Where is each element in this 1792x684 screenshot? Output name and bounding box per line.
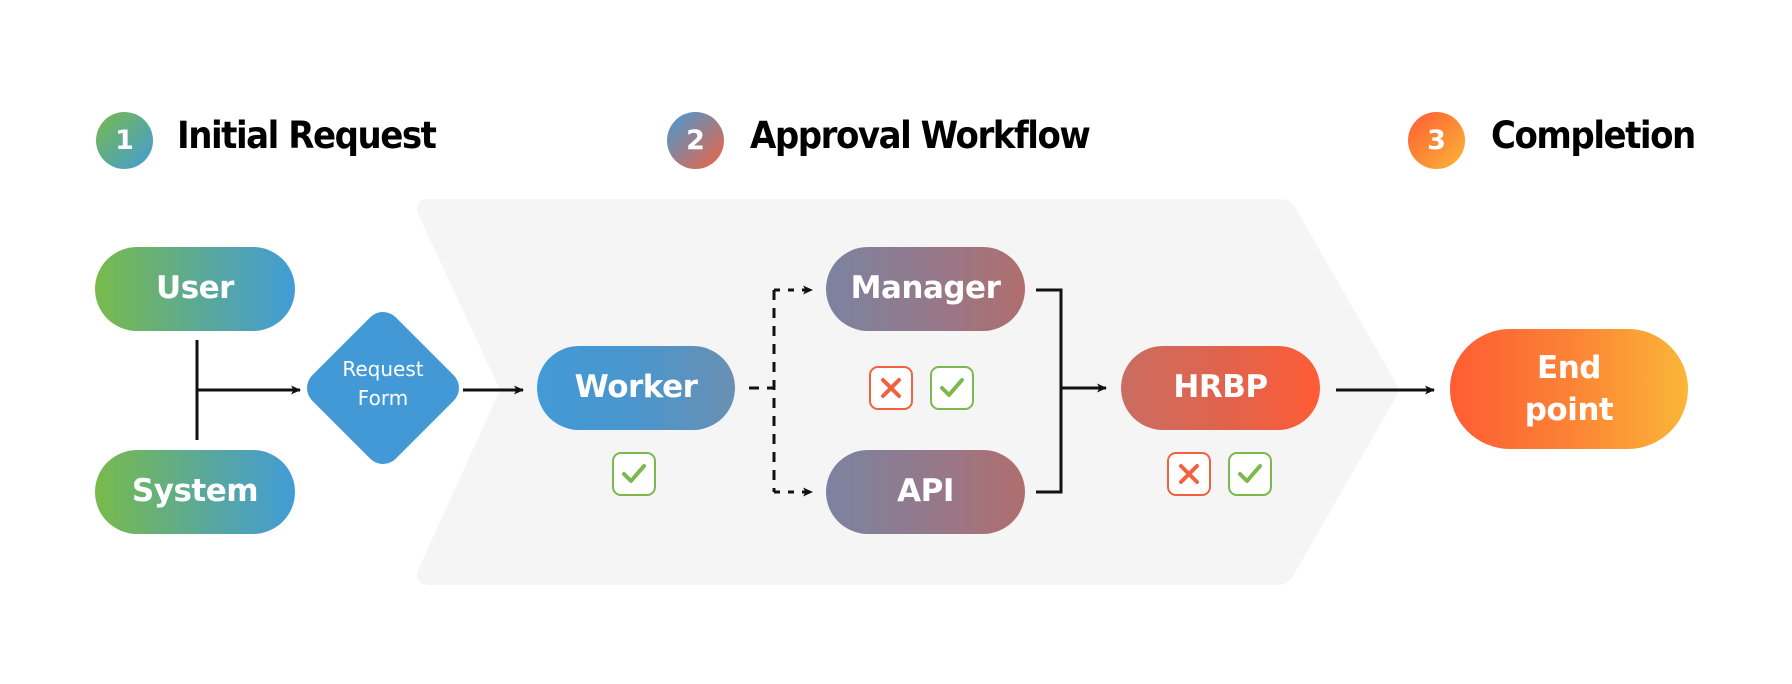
hrbp-approve-icon[interactable]	[1228, 452, 1272, 496]
stage-1-title: Initial Request	[177, 114, 437, 157]
stage-2-title: Approval Workflow	[750, 114, 1091, 157]
manager-api-reject-icon[interactable]	[869, 366, 913, 410]
node-worker-label: Worker	[574, 369, 698, 406]
hrbp-reject-icon[interactable]	[1167, 452, 1211, 496]
stage-1-badge: 1	[96, 112, 153, 169]
stage-2-badge: 2	[667, 112, 724, 169]
worker-approve-icon[interactable]	[612, 452, 656, 496]
node-manager-label: Manager	[850, 270, 1001, 307]
node-end-point[interactable]: End point	[1450, 329, 1688, 449]
manager-api-approve-icon[interactable]	[930, 366, 974, 410]
node-request-form-label: Request Form	[314, 355, 452, 413]
node-manager[interactable]: Manager	[826, 247, 1025, 331]
node-api[interactable]: API	[826, 450, 1025, 534]
node-api-label: API	[897, 473, 954, 510]
end-point-label-line-1: End	[1537, 350, 1601, 386]
node-system[interactable]: System	[95, 450, 295, 534]
node-user[interactable]: User	[95, 247, 295, 331]
node-hrbp[interactable]: HRBP	[1121, 346, 1320, 430]
stage-3-badge: 3	[1408, 112, 1465, 169]
node-hrbp-label: HRBP	[1173, 369, 1268, 406]
stage-3-title: Completion	[1491, 114, 1696, 157]
node-system-label: System	[131, 473, 259, 510]
node-worker[interactable]: Worker	[537, 346, 735, 430]
request-form-label-line-2: Form	[357, 386, 409, 410]
node-user-label: User	[156, 270, 234, 307]
request-form-label-line-1: Request	[342, 357, 424, 381]
end-point-label-line-2: point	[1524, 392, 1614, 428]
